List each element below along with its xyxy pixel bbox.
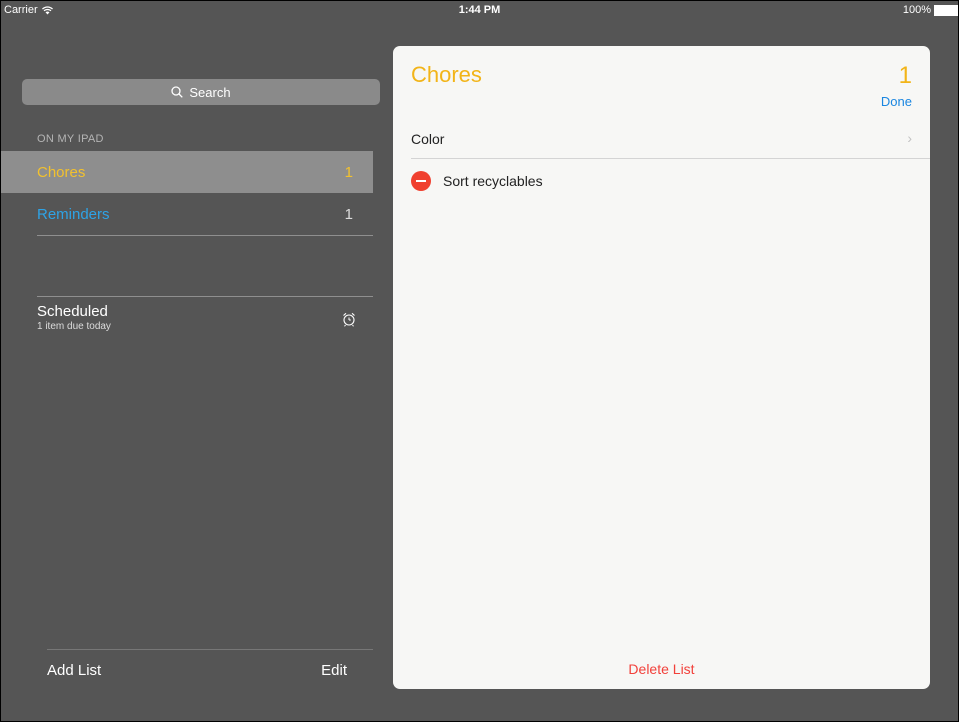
reminder-item-label: Sort recyclables: [443, 173, 543, 189]
search-bar[interactable]: Search: [22, 79, 380, 105]
scheduled-title: Scheduled: [37, 303, 108, 320]
list-count: 1: [344, 205, 353, 223]
list-title[interactable]: Chores: [411, 62, 482, 88]
battery-group: 100%: [903, 4, 958, 16]
ipad-screen: Carrier 1:44 PM 100% Search ON MY IPAD C…: [0, 0, 959, 722]
edit-button[interactable]: Edit: [321, 662, 347, 679]
search-placeholder: Search: [189, 84, 231, 100]
list-label: Chores: [37, 163, 86, 181]
scheduled-row[interactable]: Scheduled 1 item due today: [37, 303, 367, 332]
battery-icon: [934, 4, 958, 16]
battery-percent: 100%: [902, 4, 931, 16]
sidebar-list-chores[interactable]: Chores 1: [1, 151, 373, 193]
alarm-clock-icon: [343, 312, 355, 327]
color-row[interactable]: Color ›: [411, 122, 930, 159]
list-divider: [37, 235, 373, 236]
section-header: ON MY IPAD: [37, 133, 104, 145]
status-time: 1:44 PM: [458, 4, 501, 16]
chevron-right-icon: ›: [907, 130, 912, 146]
list-count: 1: [344, 163, 353, 181]
sidebar-toolbar: Add List Edit: [47, 649, 373, 690]
scheduled-subtitle: 1 item due today: [37, 321, 111, 332]
delete-list-button[interactable]: Delete List: [393, 661, 930, 677]
list-detail-card: Chores 1 Done Color › Sort recyclables D…: [393, 46, 930, 689]
add-list-button[interactable]: Add List: [47, 662, 101, 679]
scheduled-divider: [37, 296, 373, 297]
list-count-badge: 1: [898, 62, 912, 89]
search-icon: [171, 86, 184, 98]
done-button[interactable]: Done: [881, 94, 912, 109]
list-label: Reminders: [37, 205, 110, 223]
status-bar: Carrier 1:44 PM 100%: [1, 1, 958, 21]
sidebar-list-reminders[interactable]: Reminders 1: [1, 193, 373, 235]
color-label: Color: [411, 131, 445, 147]
reminder-item[interactable]: Sort recyclables: [411, 169, 543, 193]
delete-minus-icon[interactable]: [411, 171, 431, 191]
